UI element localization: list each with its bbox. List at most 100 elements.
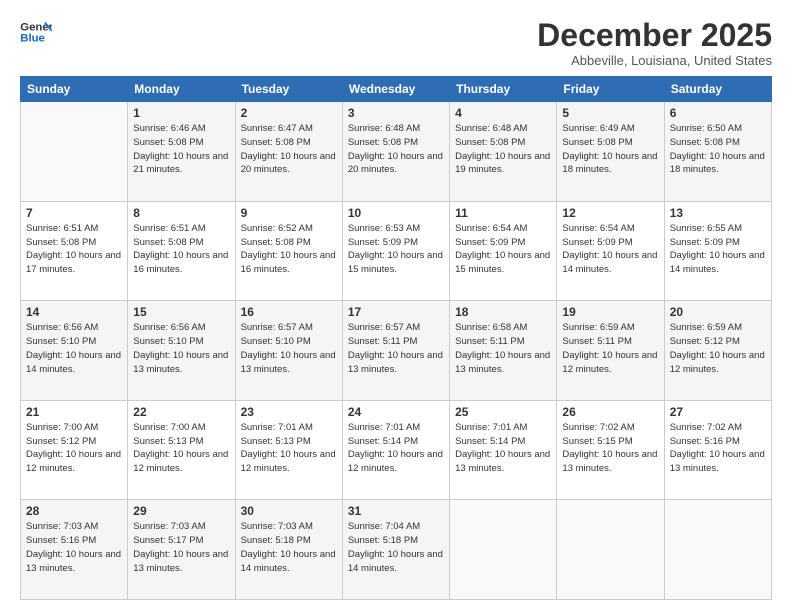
calendar-cell: 9Sunrise: 6:52 AM Sunset: 5:08 PM Daylig… xyxy=(235,201,342,301)
day-info: Sunrise: 7:01 AM Sunset: 5:13 PM Dayligh… xyxy=(241,421,337,476)
calendar-cell: 11 Sunrise: 6:54 AM Sunset: 5:09 PM Dayli… xyxy=(450,201,557,301)
day-number: 18 xyxy=(455,305,551,319)
day-info: Sunrise: 6:48 AM Sunset: 5:08 PM Dayligh… xyxy=(348,122,444,177)
header-monday: Monday xyxy=(128,77,235,102)
day-info: Sunrise: 6:55 AM Sunset: 5:09 PM Dayligh… xyxy=(670,222,766,277)
calendar-cell: 25 Sunrise: 7:01 AM Sunset: 5:14 PM Dayli… xyxy=(450,400,557,500)
day-number: 26 xyxy=(562,405,658,419)
calendar-table: Sunday Monday Tuesday Wednesday Thursday… xyxy=(20,76,772,600)
day-number: 19 xyxy=(562,305,658,319)
day-number: 11 xyxy=(455,206,551,220)
day-number: 2 xyxy=(241,106,337,120)
location: Abbeville, Louisiana, United States xyxy=(537,53,772,68)
header-sunday: Sunday xyxy=(21,77,128,102)
day-info: Sunrise: 6:56 AM Sunset: 5:10 PM Dayligh… xyxy=(26,321,122,376)
calendar-cell: 12 Sunrise: 6:54 AM Sunset: 5:09 PM Dayli… xyxy=(557,201,664,301)
calendar-cell: 26 Sunrise: 7:02 AM Sunset: 5:15 PM Dayli… xyxy=(557,400,664,500)
calendar-cell xyxy=(664,500,771,600)
day-info: Sunrise: 6:50 AM Sunset: 5:08 PM Dayligh… xyxy=(670,122,766,177)
day-info: Sunrise: 6:48 AM Sunset: 5:08 PM Dayligh… xyxy=(455,122,551,177)
day-number: 25 xyxy=(455,405,551,419)
title-block: December 2025 Abbeville, Louisiana, Unit… xyxy=(537,18,772,68)
calendar-week-row: 7 Sunrise: 6:51 AM Sunset: 5:08 PM Daylig… xyxy=(21,201,772,301)
calendar-week-row: 1 Sunrise: 6:46 AM Sunset: 5:08 PM Daylig… xyxy=(21,102,772,202)
day-info: Sunrise: 6:51 AM Sunset: 5:08 PM Dayligh… xyxy=(133,222,229,277)
day-number: 5 xyxy=(562,106,658,120)
calendar-cell: 22 Sunrise: 7:00 AM Sunset: 5:13 PM Dayli… xyxy=(128,400,235,500)
day-number: 30 xyxy=(241,504,337,518)
day-number: 7 xyxy=(26,206,122,220)
calendar-cell: 29 Sunrise: 7:03 AM Sunset: 5:17 PM Dayli… xyxy=(128,500,235,600)
calendar-cell: 16Sunrise: 6:57 AM Sunset: 5:10 PM Dayli… xyxy=(235,301,342,401)
day-number: 16 xyxy=(241,305,337,319)
day-info: Sunrise: 6:57 AM Sunset: 5:11 PM Dayligh… xyxy=(348,321,444,376)
day-info: Sunrise: 6:51 AM Sunset: 5:08 PM Dayligh… xyxy=(26,222,122,277)
day-number: 31 xyxy=(348,504,444,518)
day-info: Sunrise: 7:03 AM Sunset: 5:16 PM Dayligh… xyxy=(26,520,122,575)
day-number: 14 xyxy=(26,305,122,319)
day-number: 17 xyxy=(348,305,444,319)
header-friday: Friday xyxy=(557,77,664,102)
calendar-cell: 28Sunrise: 7:03 AM Sunset: 5:16 PM Dayli… xyxy=(21,500,128,600)
calendar-cell: 7 Sunrise: 6:51 AM Sunset: 5:08 PM Daylig… xyxy=(21,201,128,301)
calendar-cell: 19 Sunrise: 6:59 AM Sunset: 5:11 PM Dayli… xyxy=(557,301,664,401)
day-info: Sunrise: 7:01 AM Sunset: 5:14 PM Dayligh… xyxy=(455,421,551,476)
calendar-cell: 17 Sunrise: 6:57 AM Sunset: 5:11 PM Dayli… xyxy=(342,301,449,401)
calendar-cell: 23 Sunrise: 7:01 AM Sunset: 5:13 PM Dayli… xyxy=(235,400,342,500)
calendar-week-row: 21 Sunrise: 7:00 AM Sunset: 5:12 PM Dayli… xyxy=(21,400,772,500)
calendar-cell: 2 Sunrise: 6:47 AM Sunset: 5:08 PM Daylig… xyxy=(235,102,342,202)
day-info: Sunrise: 6:59 AM Sunset: 5:12 PM Dayligh… xyxy=(670,321,766,376)
month-title: December 2025 xyxy=(537,18,772,53)
header-tuesday: Tuesday xyxy=(235,77,342,102)
calendar-cell xyxy=(21,102,128,202)
day-info: Sunrise: 6:56 AM Sunset: 5:10 PM Dayligh… xyxy=(133,321,229,376)
calendar-cell: 10 Sunrise: 6:53 AM Sunset: 5:09 PM Dayli… xyxy=(342,201,449,301)
day-number: 10 xyxy=(348,206,444,220)
day-info: Sunrise: 6:46 AM Sunset: 5:08 PM Dayligh… xyxy=(133,122,229,177)
day-info: Sunrise: 6:53 AM Sunset: 5:09 PM Dayligh… xyxy=(348,222,444,277)
day-info: Sunrise: 6:47 AM Sunset: 5:08 PM Dayligh… xyxy=(241,122,337,177)
calendar-cell: 1 Sunrise: 6:46 AM Sunset: 5:08 PM Daylig… xyxy=(128,102,235,202)
day-info: Sunrise: 6:52 AM Sunset: 5:08 PM Dayligh… xyxy=(241,222,337,277)
day-info: Sunrise: 7:04 AM Sunset: 5:18 PM Dayligh… xyxy=(348,520,444,575)
calendar-cell: 21 Sunrise: 7:00 AM Sunset: 5:12 PM Dayli… xyxy=(21,400,128,500)
svg-text:Blue: Blue xyxy=(20,33,45,45)
calendar-cell: 15Sunrise: 6:56 AM Sunset: 5:10 PM Dayli… xyxy=(128,301,235,401)
calendar-cell: 20Sunrise: 6:59 AM Sunset: 5:12 PM Dayli… xyxy=(664,301,771,401)
day-info: Sunrise: 6:59 AM Sunset: 5:11 PM Dayligh… xyxy=(562,321,658,376)
day-info: Sunrise: 7:01 AM Sunset: 5:14 PM Dayligh… xyxy=(348,421,444,476)
day-info: Sunrise: 7:03 AM Sunset: 5:18 PM Dayligh… xyxy=(241,520,337,575)
day-info: Sunrise: 7:03 AM Sunset: 5:17 PM Dayligh… xyxy=(133,520,229,575)
day-info: Sunrise: 7:00 AM Sunset: 5:13 PM Dayligh… xyxy=(133,421,229,476)
day-info: Sunrise: 6:54 AM Sunset: 5:09 PM Dayligh… xyxy=(455,222,551,277)
day-number: 1 xyxy=(133,106,229,120)
day-info: Sunrise: 6:49 AM Sunset: 5:08 PM Dayligh… xyxy=(562,122,658,177)
calendar-cell: 13 Sunrise: 6:55 AM Sunset: 5:09 PM Dayli… xyxy=(664,201,771,301)
day-number: 29 xyxy=(133,504,229,518)
day-info: Sunrise: 6:58 AM Sunset: 5:11 PM Dayligh… xyxy=(455,321,551,376)
header-saturday: Saturday xyxy=(664,77,771,102)
calendar-cell: 4Sunrise: 6:48 AM Sunset: 5:08 PM Daylig… xyxy=(450,102,557,202)
day-info: Sunrise: 7:00 AM Sunset: 5:12 PM Dayligh… xyxy=(26,421,122,476)
day-number: 22 xyxy=(133,405,229,419)
calendar-cell: 31 Sunrise: 7:04 AM Sunset: 5:18 PM Dayli… xyxy=(342,500,449,600)
calendar-week-row: 28Sunrise: 7:03 AM Sunset: 5:16 PM Dayli… xyxy=(21,500,772,600)
day-number: 13 xyxy=(670,206,766,220)
day-number: 27 xyxy=(670,405,766,419)
logo: General Blue xyxy=(20,18,52,46)
logo-icon: General Blue xyxy=(20,18,52,46)
day-info: Sunrise: 7:02 AM Sunset: 5:16 PM Dayligh… xyxy=(670,421,766,476)
day-info: Sunrise: 6:54 AM Sunset: 5:09 PM Dayligh… xyxy=(562,222,658,277)
day-number: 21 xyxy=(26,405,122,419)
calendar-cell: 14 Sunrise: 6:56 AM Sunset: 5:10 PM Dayli… xyxy=(21,301,128,401)
header-wednesday: Wednesday xyxy=(342,77,449,102)
day-number: 23 xyxy=(241,405,337,419)
calendar-cell xyxy=(450,500,557,600)
day-info: Sunrise: 7:02 AM Sunset: 5:15 PM Dayligh… xyxy=(562,421,658,476)
day-number: 6 xyxy=(670,106,766,120)
calendar-cell: 3Sunrise: 6:48 AM Sunset: 5:08 PM Daylig… xyxy=(342,102,449,202)
page-header: General Blue December 2025 Abbeville, Lo… xyxy=(20,18,772,68)
days-header-row: Sunday Monday Tuesday Wednesday Thursday… xyxy=(21,77,772,102)
day-number: 12 xyxy=(562,206,658,220)
calendar-cell: 8Sunrise: 6:51 AM Sunset: 5:08 PM Daylig… xyxy=(128,201,235,301)
